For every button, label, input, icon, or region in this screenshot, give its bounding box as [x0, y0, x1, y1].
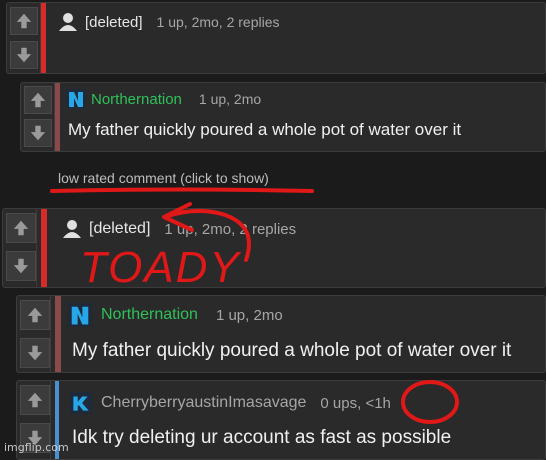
downvote-button[interactable] [24, 119, 52, 147]
northernation-logo-icon [68, 303, 92, 327]
comment-northernation-1: Northernation 1 up, 2mo My father quickl… [20, 82, 546, 152]
upvote-button[interactable] [20, 385, 50, 415]
comment-stats: 1 up, 2mo [215, 306, 283, 324]
thread-accent-bar [55, 296, 61, 372]
upvote-button[interactable] [6, 213, 36, 243]
comment-username[interactable]: [deleted] [85, 14, 143, 31]
comment-username[interactable]: Northernation [101, 306, 198, 324]
northernation-logo-icon [66, 89, 86, 109]
upvote-button[interactable] [10, 7, 38, 35]
comment-meta: [deleted] 1 up, 2mo, 2 replies [57, 11, 280, 33]
down-arrow-icon [27, 345, 43, 361]
upvote-button[interactable] [24, 86, 52, 114]
imgflip-watermark: imgflip.com [4, 441, 69, 454]
thread-accent-bar [41, 209, 47, 287]
default-user-icon [63, 220, 81, 238]
comment-stats: 1 up, 2mo, 2 replies [156, 14, 280, 30]
comment-meta: CherryberryaustinImasavage 0 ups, <1h [69, 391, 391, 415]
downvote-button[interactable] [10, 41, 38, 69]
thread-accent-bar [41, 3, 46, 73]
vote-column [3, 209, 37, 287]
comment-username[interactable]: [deleted] [89, 220, 150, 238]
vote-column [7, 3, 41, 73]
vote-column [17, 296, 51, 372]
up-arrow-icon [27, 307, 43, 323]
comment-meta: Northernation 1 up, 2mo [67, 302, 283, 328]
comment-stats: 1 up, 2mo, 2 replies [164, 220, 297, 238]
downvote-button[interactable] [20, 338, 50, 368]
comment-cherryberry: CherryberryaustinImasavage 0 ups, <1h Id… [16, 380, 546, 460]
default-user-icon [59, 13, 77, 31]
user-badge-icon [70, 392, 92, 414]
up-arrow-icon [13, 220, 29, 236]
comment-stats: 1 up, 2mo [198, 91, 262, 107]
comment-deleted-1: [deleted] 1 up, 2mo, 2 replies [6, 2, 546, 74]
comment-username[interactable]: CherryberryaustinImasavage [101, 394, 306, 412]
comment-thread: [deleted] 1 up, 2mo, 2 replies Northerna… [0, 0, 546, 460]
up-arrow-icon [27, 392, 43, 408]
low-rated-toggle[interactable]: low rated comment (click to show) [58, 170, 269, 186]
upvote-button[interactable] [20, 300, 50, 330]
down-arrow-icon [30, 125, 46, 141]
down-arrow-icon [16, 47, 32, 63]
comment-body: My father quickly poured a whole pot of … [72, 340, 512, 361]
comment-username[interactable]: Northernation [91, 91, 182, 108]
comment-body: Idk try deleting ur account as fast as p… [72, 427, 452, 448]
up-arrow-icon [30, 92, 46, 108]
thread-accent-bar [55, 83, 60, 151]
comment-meta: [deleted] 1 up, 2mo, 2 replies [61, 218, 296, 240]
downvote-button[interactable] [6, 251, 36, 281]
comment-body: My father quickly poured a whole pot of … [68, 120, 462, 139]
comment-stats: 0 ups, <1h [320, 394, 391, 412]
vote-column [21, 83, 55, 151]
comment-northernation-2: Northernation 1 up, 2mo My father quickl… [16, 295, 546, 373]
comment-deleted-2: [deleted] 1 up, 2mo, 2 replies [2, 208, 546, 288]
down-arrow-icon [13, 258, 29, 274]
up-arrow-icon [16, 13, 32, 29]
comment-meta: Northernation 1 up, 2mo [65, 88, 261, 110]
